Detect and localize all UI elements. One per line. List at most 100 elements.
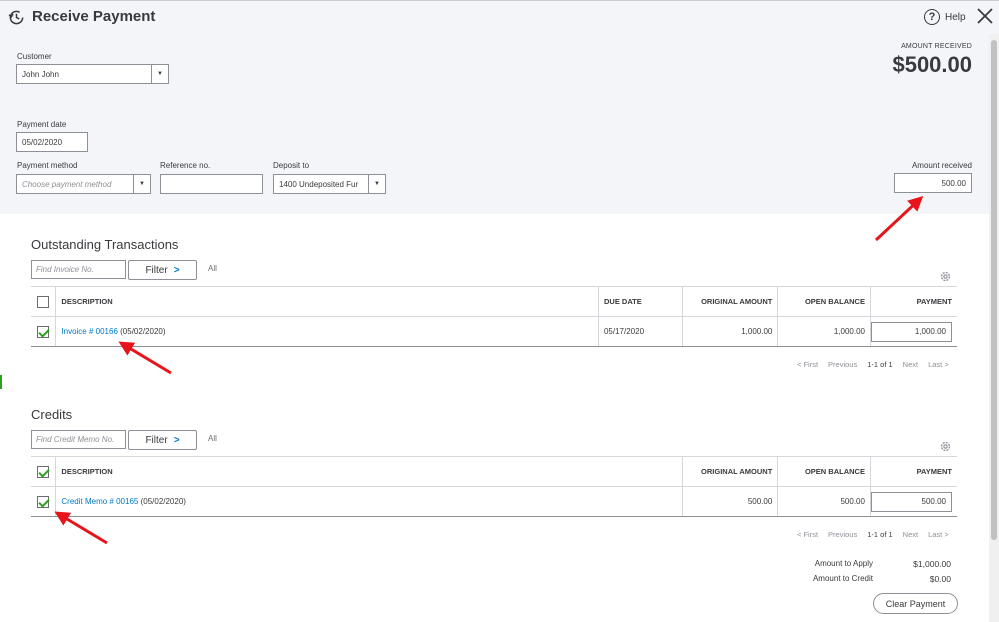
payment-input[interactable]: 1,000.00 bbox=[871, 321, 952, 342]
pager-previous[interactable]: Previous bbox=[828, 530, 857, 539]
column-header-description[interactable]: DESCRIPTION bbox=[55, 456, 683, 487]
find-credit-memo-placeholder: Find Credit Memo No. bbox=[36, 435, 115, 444]
outstanding-all-label: All bbox=[208, 264, 217, 273]
original-amount-cell: 500.00 bbox=[681, 486, 778, 517]
arrow-to-credit-checkbox bbox=[54, 511, 108, 545]
arrow-to-invoice bbox=[118, 341, 172, 375]
credits-filter-button[interactable]: Filter > bbox=[128, 430, 197, 450]
amount-received-caption: AMOUNT RECEIVED bbox=[901, 43, 972, 50]
outstanding-transactions-title: Outstanding Transactions bbox=[31, 237, 179, 252]
description-cell: Credit Memo # 00165 (05/02/2020) bbox=[55, 486, 683, 517]
pager-range: 1-1 of 1 bbox=[867, 360, 893, 369]
credits-all-label: All bbox=[208, 434, 217, 443]
close-icon[interactable] bbox=[976, 7, 994, 25]
payment-date-input[interactable]: 05/02/2020 bbox=[16, 132, 88, 152]
chevron-right-icon: > bbox=[173, 264, 180, 276]
pager-last[interactable]: Last > bbox=[928, 530, 949, 539]
payment-method-label: Payment method bbox=[17, 161, 78, 170]
row-checkbox[interactable] bbox=[37, 495, 50, 508]
gear-icon[interactable] bbox=[939, 270, 952, 283]
pager-next[interactable]: Next bbox=[903, 530, 918, 539]
amount-to-credit-label: Amount to Credit bbox=[812, 574, 873, 583]
amount-received-value: 500.00 bbox=[941, 178, 966, 188]
reference-input[interactable] bbox=[160, 174, 263, 194]
edge-marker bbox=[0, 375, 2, 389]
select-all-cell bbox=[31, 456, 56, 487]
table-header-row: DESCRIPTION ORIGINAL AMOUNT OPEN BALANCE… bbox=[31, 456, 957, 487]
find-invoice-input[interactable]: Find Invoice No. bbox=[31, 260, 126, 279]
customer-select[interactable]: John John ▼ bbox=[16, 64, 169, 84]
chevron-down-icon[interactable]: ▼ bbox=[151, 65, 168, 83]
amount-received-total: $500.00 bbox=[892, 52, 972, 77]
customer-value: John John bbox=[22, 69, 59, 79]
filter-label: Filter bbox=[145, 264, 168, 276]
column-header-payment[interactable]: PAYMENT bbox=[869, 456, 957, 487]
payment-method-placeholder: Choose payment method bbox=[22, 179, 112, 189]
find-invoice-placeholder: Find Invoice No. bbox=[36, 265, 94, 274]
pager-last[interactable]: Last > bbox=[928, 360, 949, 369]
column-header-open-balance[interactable]: OPEN BALANCE bbox=[777, 286, 871, 317]
select-all-cell bbox=[31, 286, 56, 317]
column-header-original-amount[interactable]: ORIGINAL AMOUNT bbox=[681, 286, 778, 317]
find-credit-memo-input[interactable]: Find Credit Memo No. bbox=[31, 430, 126, 449]
amount-to-credit-value: $0.00 bbox=[929, 574, 951, 584]
reference-label: Reference no. bbox=[160, 161, 211, 170]
select-all-checkbox[interactable] bbox=[37, 465, 50, 478]
page-title: Receive Payment bbox=[32, 8, 156, 25]
outstanding-transactions-table: DESCRIPTION DUE DATE ORIGINAL AMOUNT OPE… bbox=[31, 286, 957, 347]
column-header-open-balance[interactable]: OPEN BALANCE bbox=[777, 456, 871, 487]
credit-memo-link[interactable]: Credit Memo # 00165 bbox=[61, 497, 138, 506]
payment-cell: 500.00 bbox=[869, 486, 957, 517]
column-header-due-date[interactable]: DUE DATE bbox=[597, 286, 683, 317]
help-icon: ? bbox=[924, 9, 940, 25]
amount-to-apply-value: $1,000.00 bbox=[913, 559, 951, 569]
customer-label: Customer bbox=[17, 52, 52, 61]
header-bar: Receive Payment ? Help bbox=[0, 0, 999, 34]
outstanding-filter-button[interactable]: Filter > bbox=[128, 260, 197, 280]
invoice-link[interactable]: Invoice # 00166 bbox=[61, 327, 118, 336]
help-label: Help bbox=[945, 11, 966, 23]
amount-to-apply-label: Amount to Apply bbox=[814, 559, 873, 568]
chevron-right-icon: > bbox=[173, 434, 180, 446]
credits-pager: < First Previous 1-1 of 1 Next Last > bbox=[797, 530, 949, 539]
help-button[interactable]: ? Help bbox=[924, 9, 966, 25]
payment-input[interactable]: 500.00 bbox=[871, 491, 952, 512]
payment-date-value: 05/02/2020 bbox=[22, 137, 63, 147]
chevron-down-icon[interactable]: ▼ bbox=[368, 175, 385, 193]
payment-cell: 1,000.00 bbox=[869, 316, 957, 347]
pager-first[interactable]: < First bbox=[797, 530, 818, 539]
invoice-date: (05/02/2020) bbox=[120, 327, 166, 336]
column-header-original-amount[interactable]: ORIGINAL AMOUNT bbox=[681, 456, 778, 487]
payment-method-select[interactable]: Choose payment method ▼ bbox=[16, 174, 151, 194]
description-cell: Invoice # 00166 (05/02/2020) bbox=[55, 316, 599, 347]
scrollbar-thumb[interactable] bbox=[991, 40, 997, 540]
outstanding-pager: < First Previous 1-1 of 1 Next Last > bbox=[797, 360, 949, 369]
chevron-down-icon[interactable]: ▼ bbox=[133, 175, 150, 193]
row-checkbox-cell bbox=[31, 316, 56, 347]
table-row: Invoice # 00166 (05/02/2020) 05/17/2020 … bbox=[31, 316, 957, 347]
row-checkbox[interactable] bbox=[37, 325, 50, 338]
open-balance-cell: 500.00 bbox=[777, 486, 871, 517]
credits-title: Credits bbox=[31, 407, 73, 422]
pager-range: 1-1 of 1 bbox=[867, 530, 893, 539]
pager-previous[interactable]: Previous bbox=[828, 360, 857, 369]
deposit-to-value: 1400 Undeposited Fur bbox=[279, 179, 359, 189]
pager-next[interactable]: Next bbox=[903, 360, 918, 369]
payment-date-label: Payment date bbox=[17, 120, 67, 129]
amount-received-label: Amount received bbox=[911, 161, 972, 170]
table-row: Credit Memo # 00165 (05/02/2020) 500.00 … bbox=[31, 486, 957, 517]
column-header-description[interactable]: DESCRIPTION bbox=[55, 286, 599, 317]
pager-first[interactable]: < First bbox=[797, 360, 818, 369]
original-amount-cell: 1,000.00 bbox=[681, 316, 778, 347]
select-all-checkbox[interactable] bbox=[37, 295, 50, 308]
clear-payment-button[interactable]: Clear Payment bbox=[873, 593, 958, 614]
credit-memo-date: (05/02/2020) bbox=[140, 497, 186, 506]
table-header-row: DESCRIPTION DUE DATE ORIGINAL AMOUNT OPE… bbox=[31, 286, 957, 317]
deposit-to-select[interactable]: 1400 Undeposited Fur ▼ bbox=[273, 174, 386, 194]
column-header-payment[interactable]: PAYMENT bbox=[869, 286, 957, 317]
credits-table: DESCRIPTION ORIGINAL AMOUNT OPEN BALANCE… bbox=[31, 456, 957, 517]
gear-icon[interactable] bbox=[939, 440, 952, 453]
history-icon[interactable] bbox=[8, 9, 25, 26]
amount-received-input[interactable]: 500.00 bbox=[894, 173, 972, 193]
due-date-cell: 05/17/2020 bbox=[597, 316, 683, 347]
